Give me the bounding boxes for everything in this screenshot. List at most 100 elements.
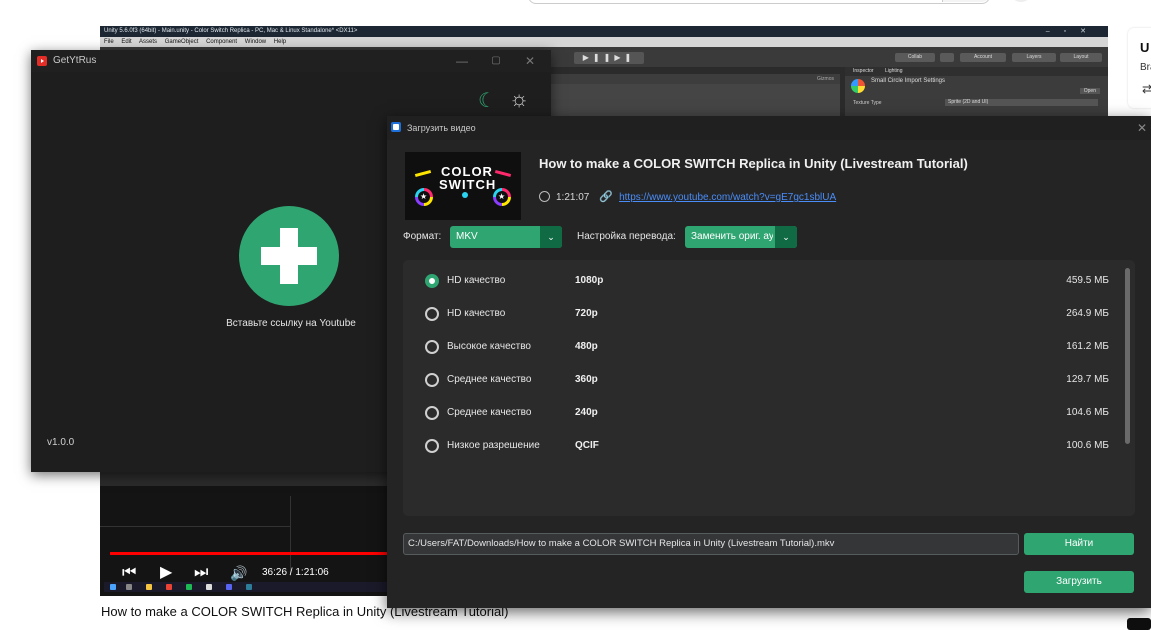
- unity-menu-component: Component: [206, 39, 238, 45]
- quality-size: 104.6 МБ: [1066, 407, 1109, 418]
- play-icon[interactable]: ▶: [160, 562, 172, 584]
- previous-icon[interactable]: ⏮: [122, 562, 136, 584]
- save-path-field[interactable]: C:/Users/FAT/Downloads/How to make a COL…: [403, 533, 1019, 555]
- star-icon: ★: [420, 192, 428, 201]
- browser-search-bar[interactable]: [528, 0, 990, 4]
- unity-menu-window: Window: [244, 39, 267, 45]
- unity-collab-button: Collab: [895, 53, 935, 62]
- unity-menu-file: File: [104, 39, 114, 45]
- unity-inspector-title: Small Circle Import Settings: [871, 78, 946, 84]
- getytrus-title: GetYtRus: [53, 55, 97, 66]
- quality-row[interactable]: HD качество 720p 264.9 МБ: [403, 303, 1123, 327]
- dialog-close-button[interactable]: ✕: [1137, 116, 1147, 140]
- windows-icon: [110, 584, 116, 590]
- translation-value: Заменить ориг. аудио: [691, 231, 773, 242]
- ball-icon: [462, 192, 468, 198]
- quality-row[interactable]: Высокое качество 480p 161.2 МБ: [403, 336, 1123, 360]
- thumb-decor: [414, 169, 432, 178]
- format-label: Формат:: [403, 231, 442, 242]
- unity-open-button: Open: [1079, 88, 1100, 94]
- spotify-icon: [186, 584, 192, 590]
- quality-size: 100.6 МБ: [1066, 440, 1109, 451]
- thumb-decor: [494, 169, 512, 178]
- unity-inspector-header: Small Circle Import Settings Open: [845, 76, 1108, 98]
- radio-icon[interactable]: [425, 340, 439, 354]
- video-progress-bar[interactable]: [110, 552, 407, 555]
- quality-scrollbar[interactable]: [1125, 268, 1130, 444]
- quality-row[interactable]: Среднее качество 360p 129.7 МБ: [403, 369, 1123, 393]
- quality-resolution: 1080p: [575, 275, 604, 286]
- next-icon[interactable]: ⏭: [194, 562, 208, 584]
- minimize-button[interactable]: —: [445, 50, 479, 72]
- dialog-video-title: How to make a COLOR SWITCH Replica in Un…: [539, 156, 968, 171]
- discord-icon: [226, 584, 232, 590]
- folder-icon: [146, 584, 152, 590]
- quality-row[interactable]: Среднее качество 240p 104.6 МБ: [403, 402, 1123, 426]
- unity-icon: [206, 584, 212, 590]
- quality-name: Среднее качество: [447, 374, 532, 385]
- radio-icon[interactable]: [425, 373, 439, 387]
- star-icon: ★: [498, 192, 506, 201]
- quality-name: HD качество: [447, 308, 506, 319]
- link-icon: 🔗: [599, 191, 614, 203]
- chevron-down-icon[interactable]: ⌄: [775, 226, 797, 248]
- volume-icon[interactable]: 🔊: [230, 562, 247, 584]
- find-button[interactable]: Найти: [1024, 533, 1134, 555]
- unity-row-select: Sprite (2D and UI): [945, 99, 1098, 106]
- unity-title: Unity 5.6.0f3 (64bit) - Main.unity - Col…: [104, 28, 358, 34]
- chrome-icon: [166, 584, 172, 590]
- taskview-icon: [126, 584, 132, 590]
- dialog-title: Загрузить видео: [407, 123, 476, 133]
- quality-row[interactable]: HD качество 1080p 459.5 МБ: [403, 270, 1123, 294]
- quality-row[interactable]: Низкое разрешение QCIF 100.6 МБ: [403, 435, 1123, 459]
- quality-size: 129.7 МБ: [1066, 374, 1109, 385]
- chevron-down-icon[interactable]: ⌄: [540, 226, 562, 248]
- clock-icon: [539, 191, 550, 202]
- unity-title-bar: Unity 5.6.0f3 (64bit) - Main.unity - Col…: [100, 26, 1108, 37]
- radio-icon[interactable]: [425, 307, 439, 321]
- unity-inspector-tabs: Inspector Lighting: [845, 67, 1108, 76]
- quality-name: Высокое качество: [447, 341, 531, 352]
- dialog-app-icon: [391, 122, 401, 132]
- download-button[interactable]: Загрузить: [1024, 571, 1134, 593]
- quality-name: HD качество: [447, 275, 506, 286]
- download-dialog: Загрузить видео ✕ COLOR SWITCH ★ ★ How t…: [387, 116, 1151, 608]
- app-version: v1.0.0: [47, 437, 75, 448]
- quality-resolution: 480p: [575, 341, 598, 352]
- corner-badge: [1127, 618, 1151, 630]
- unity-tab-inspector: Inspector: [853, 68, 874, 74]
- translation-label: Настройка перевода:: [577, 231, 676, 242]
- sun-icon[interactable]: ☼: [509, 86, 529, 112]
- video-time: 36:26 / 1:21:06: [262, 567, 329, 578]
- browser-search-button[interactable]: [942, 0, 989, 2]
- unity-account-button: Account: [960, 53, 1006, 62]
- unity-scene-label: Gizmos: [550, 74, 840, 84]
- unity-row-label: Texture Type: [853, 100, 882, 106]
- moon-icon[interactable]: ☾: [478, 88, 496, 113]
- maximize-button[interactable]: ▢: [479, 50, 513, 72]
- add-plus-icon[interactable]: [239, 206, 339, 306]
- share-icon[interactable]: ⇄: [1142, 82, 1151, 96]
- radio-icon[interactable]: [425, 439, 439, 453]
- translation-select[interactable]: Заменить ориг. аудио ⌄: [685, 226, 797, 248]
- save-path-value: C:/Users/FAT/Downloads/How to make a COL…: [408, 538, 835, 549]
- unity-window-controls: –▫✕: [1045, 28, 1100, 35]
- channel-card-letter: U: [1140, 40, 1150, 55]
- unity-layers-button: Layers: [1012, 53, 1056, 62]
- unity-divider-h: [100, 526, 290, 527]
- quality-name: Среднее качество: [447, 407, 532, 418]
- thumb-text-2: SWITCH: [439, 177, 497, 192]
- radio-icon[interactable]: [425, 406, 439, 420]
- radio-icon[interactable]: [425, 274, 439, 288]
- getytrus-app-icon: [37, 56, 47, 66]
- unity-menu-assets: Assets: [139, 39, 158, 45]
- video-url[interactable]: https://www.youtube.com/watch?v=gE7gc1sb…: [619, 192, 836, 203]
- close-button[interactable]: ✕: [513, 50, 547, 72]
- browser-avatar[interactable]: [1012, 0, 1030, 2]
- unity-tab-lighting: Lighting: [884, 68, 903, 74]
- format-select[interactable]: MKV ⌄: [450, 226, 562, 248]
- unity-menu-edit: Edit: [121, 39, 132, 45]
- video-controls: ⏮ ▶ ⏭ 🔊 36:26 / 1:21:06: [110, 562, 420, 584]
- unity-cloud-button: [940, 53, 954, 62]
- unity-menu-help: Help: [273, 39, 287, 45]
